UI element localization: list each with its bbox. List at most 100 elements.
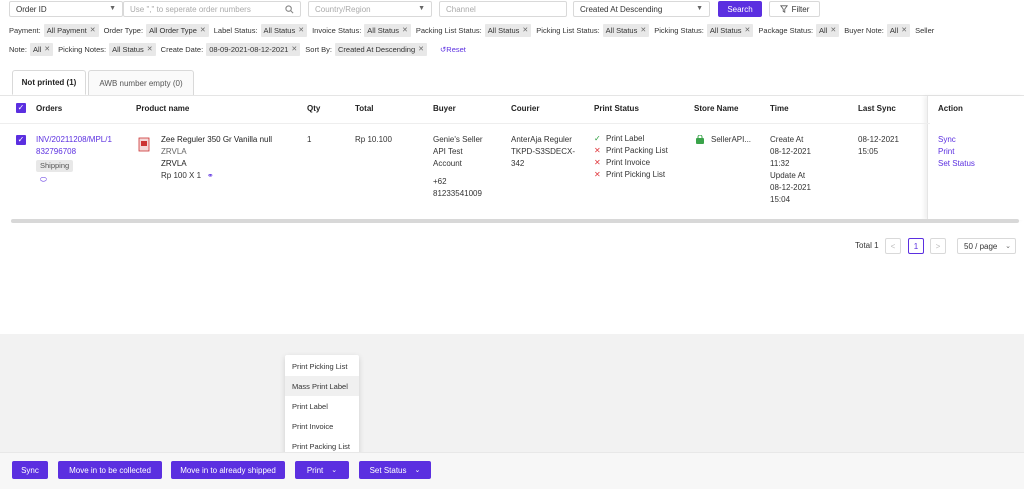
close-icon[interactable]: ✕ (90, 21, 96, 40)
close-icon[interactable]: ✕ (522, 21, 528, 40)
tab-label: Not printed (1) (21, 78, 77, 87)
search-button[interactable]: Search (718, 1, 762, 17)
filter-label: Seller (915, 26, 935, 35)
filter-label: Payment: (9, 26, 41, 35)
total-cell: Rp 10.100 (355, 135, 392, 144)
filter-label: Note: (9, 45, 27, 54)
sort-select[interactable]: Created At Descending ▼ (573, 1, 710, 17)
header-total: Total (355, 104, 374, 113)
filter-tag[interactable]: All ✕ (816, 21, 840, 40)
active-filters: Payment: All Payment ✕ Order Type: All Or… (9, 21, 1019, 59)
prev-page-button[interactable]: < (885, 238, 901, 254)
header-qty: Qty (307, 104, 321, 113)
select-all-checkbox[interactable]: ✓ (16, 103, 26, 113)
link-icon[interactable]: ⚭ (207, 171, 214, 180)
filter-tag[interactable]: All Status ✕ (364, 24, 411, 37)
set-status-button[interactable]: Set Status ⌄ (359, 461, 431, 479)
time-line: 11:32 (770, 159, 790, 168)
header-print-status: Print Status (594, 104, 639, 113)
filter-tag[interactable]: All Status ✕ (109, 43, 156, 56)
filter-tag[interactable]: All Status ✕ (706, 21, 754, 40)
page-1-button[interactable]: 1 (908, 238, 924, 254)
close-icon[interactable]: ✕ (901, 21, 907, 40)
close-icon[interactable]: ✕ (298, 21, 304, 40)
filter-tag[interactable]: All ✕ (886, 21, 911, 40)
tab-not-printed[interactable]: Not printed (1) (12, 70, 86, 95)
filter-tag[interactable]: All Status ✕ (260, 21, 308, 40)
close-icon[interactable]: ✕ (640, 21, 646, 40)
header-divider (0, 123, 930, 124)
print-dropdown-menu: Print Picking List Mass Print Label Prin… (285, 355, 359, 457)
filter-tag[interactable]: Created At Descending ✕ (334, 40, 427, 59)
menu-item-print-picking-list[interactable]: Print Picking List (285, 356, 359, 376)
filter-label: Buyer Note: (844, 26, 884, 35)
menu-item-print-label[interactable]: Print Label (285, 396, 359, 416)
move-to-already-shipped-button[interactable]: Move in to already shipped (171, 461, 285, 479)
product-price-value: Rp 100 X 1 (161, 171, 202, 180)
set-status-action-link[interactable]: Set Status (938, 158, 975, 170)
search-button-label: Search (727, 4, 753, 14)
courier-line: AnterAja Reguler (511, 135, 572, 144)
filter-tag[interactable]: All Payment ✕ (43, 21, 99, 40)
print-action-link[interactable]: Print (938, 146, 975, 158)
header-courier: Courier (511, 104, 540, 113)
filter-tag[interactable]: 08-09-2021-08-12-2021 ✕ (206, 40, 301, 59)
next-page-button[interactable]: > (930, 238, 946, 254)
print-status-label: Print Invoice (606, 158, 651, 167)
product-price: Rp 100 X 1 ⚭ (161, 170, 301, 182)
tabs-divider (0, 95, 1024, 96)
filter-tag[interactable]: All Status ✕ (484, 21, 532, 40)
close-icon[interactable]: ✕ (200, 21, 206, 40)
button-label: Move in to be collected (69, 465, 151, 475)
filter-button[interactable]: Filter (769, 1, 820, 17)
header-product: Product name (136, 104, 190, 113)
tag-icon[interactable]: ⬭ (36, 174, 132, 186)
channel-input[interactable]: Channel (439, 1, 567, 17)
close-icon[interactable]: ✕ (44, 40, 50, 59)
button-label: Set Status (369, 465, 407, 475)
tab-awb-empty[interactable]: AWB number empty (0) (88, 70, 194, 95)
filter-tag-value: All Status (709, 26, 742, 35)
close-icon[interactable]: ✕ (830, 21, 836, 40)
move-to-be-collected-button[interactable]: Move in to be collected (58, 461, 162, 479)
header-time: Time (770, 104, 789, 113)
time-line: Update At (770, 171, 806, 180)
horizontal-scrollbar[interactable] (11, 219, 1019, 223)
print-status-item: ✕ Print Invoice (594, 157, 694, 169)
reset-filters-link[interactable]: ↺Reset (440, 40, 466, 59)
row-checkbox[interactable]: ✓ (16, 135, 26, 145)
filter-tag[interactable]: All Status ✕ (602, 21, 650, 40)
header-action: Action (938, 104, 963, 113)
print-button[interactable]: Print ⌄ (295, 461, 349, 479)
store-name: SellerAPI... (711, 135, 752, 144)
courier-cell: AnterAja Reguler TKPD-S3SDECX- 342 (511, 134, 591, 170)
search-field-select[interactable]: Order ID ▼ (9, 1, 123, 17)
filter-tag[interactable]: All ✕ (29, 40, 54, 59)
close-icon[interactable]: ✕ (745, 21, 751, 40)
sync-button[interactable]: Sync (12, 461, 48, 479)
time-line: 15:04 (770, 195, 791, 204)
filter-label: Packing List Status: (415, 26, 482, 35)
filter-row-1: Payment: All Payment ✕ Order Type: All Or… (9, 21, 1019, 40)
page-size-select[interactable]: 50 / page ⌄ (957, 238, 1016, 254)
menu-item-mass-print-label[interactable]: Mass Print Label (285, 376, 359, 396)
close-icon[interactable]: ✕ (291, 40, 297, 59)
chevron-down-icon: ⌄ (331, 467, 338, 474)
tab-label: AWB number empty (0) (99, 78, 183, 88)
buyer-phone-line: +62 (433, 177, 447, 186)
print-status-item: ✕ Print Picking List (594, 169, 694, 181)
filter-tag[interactable]: All Order Type ✕ (146, 24, 209, 37)
close-icon[interactable]: ✕ (147, 40, 153, 59)
order-number-input[interactable]: Use "," to seperate order numbers (123, 1, 301, 17)
close-icon[interactable]: ✕ (402, 21, 408, 40)
print-status-label: Print Packing List (606, 146, 668, 155)
courier-line: TKPD-S3SDECX- (511, 147, 576, 156)
country-placeholder: Country/Region (315, 4, 371, 14)
menu-item-print-invoice[interactable]: Print Invoice (285, 416, 359, 436)
filter-tag-value: 08-09-2021-08-12-2021 (209, 45, 289, 54)
close-icon[interactable]: ✕ (418, 40, 424, 59)
filter-label: Invoice Status: (312, 26, 362, 35)
order-number-link[interactable]: INV/20211208/MPL/1 832796708 (36, 134, 132, 158)
country-select[interactable]: Country/Region ▼ (308, 1, 432, 17)
sync-action-link[interactable]: Sync (938, 134, 975, 146)
